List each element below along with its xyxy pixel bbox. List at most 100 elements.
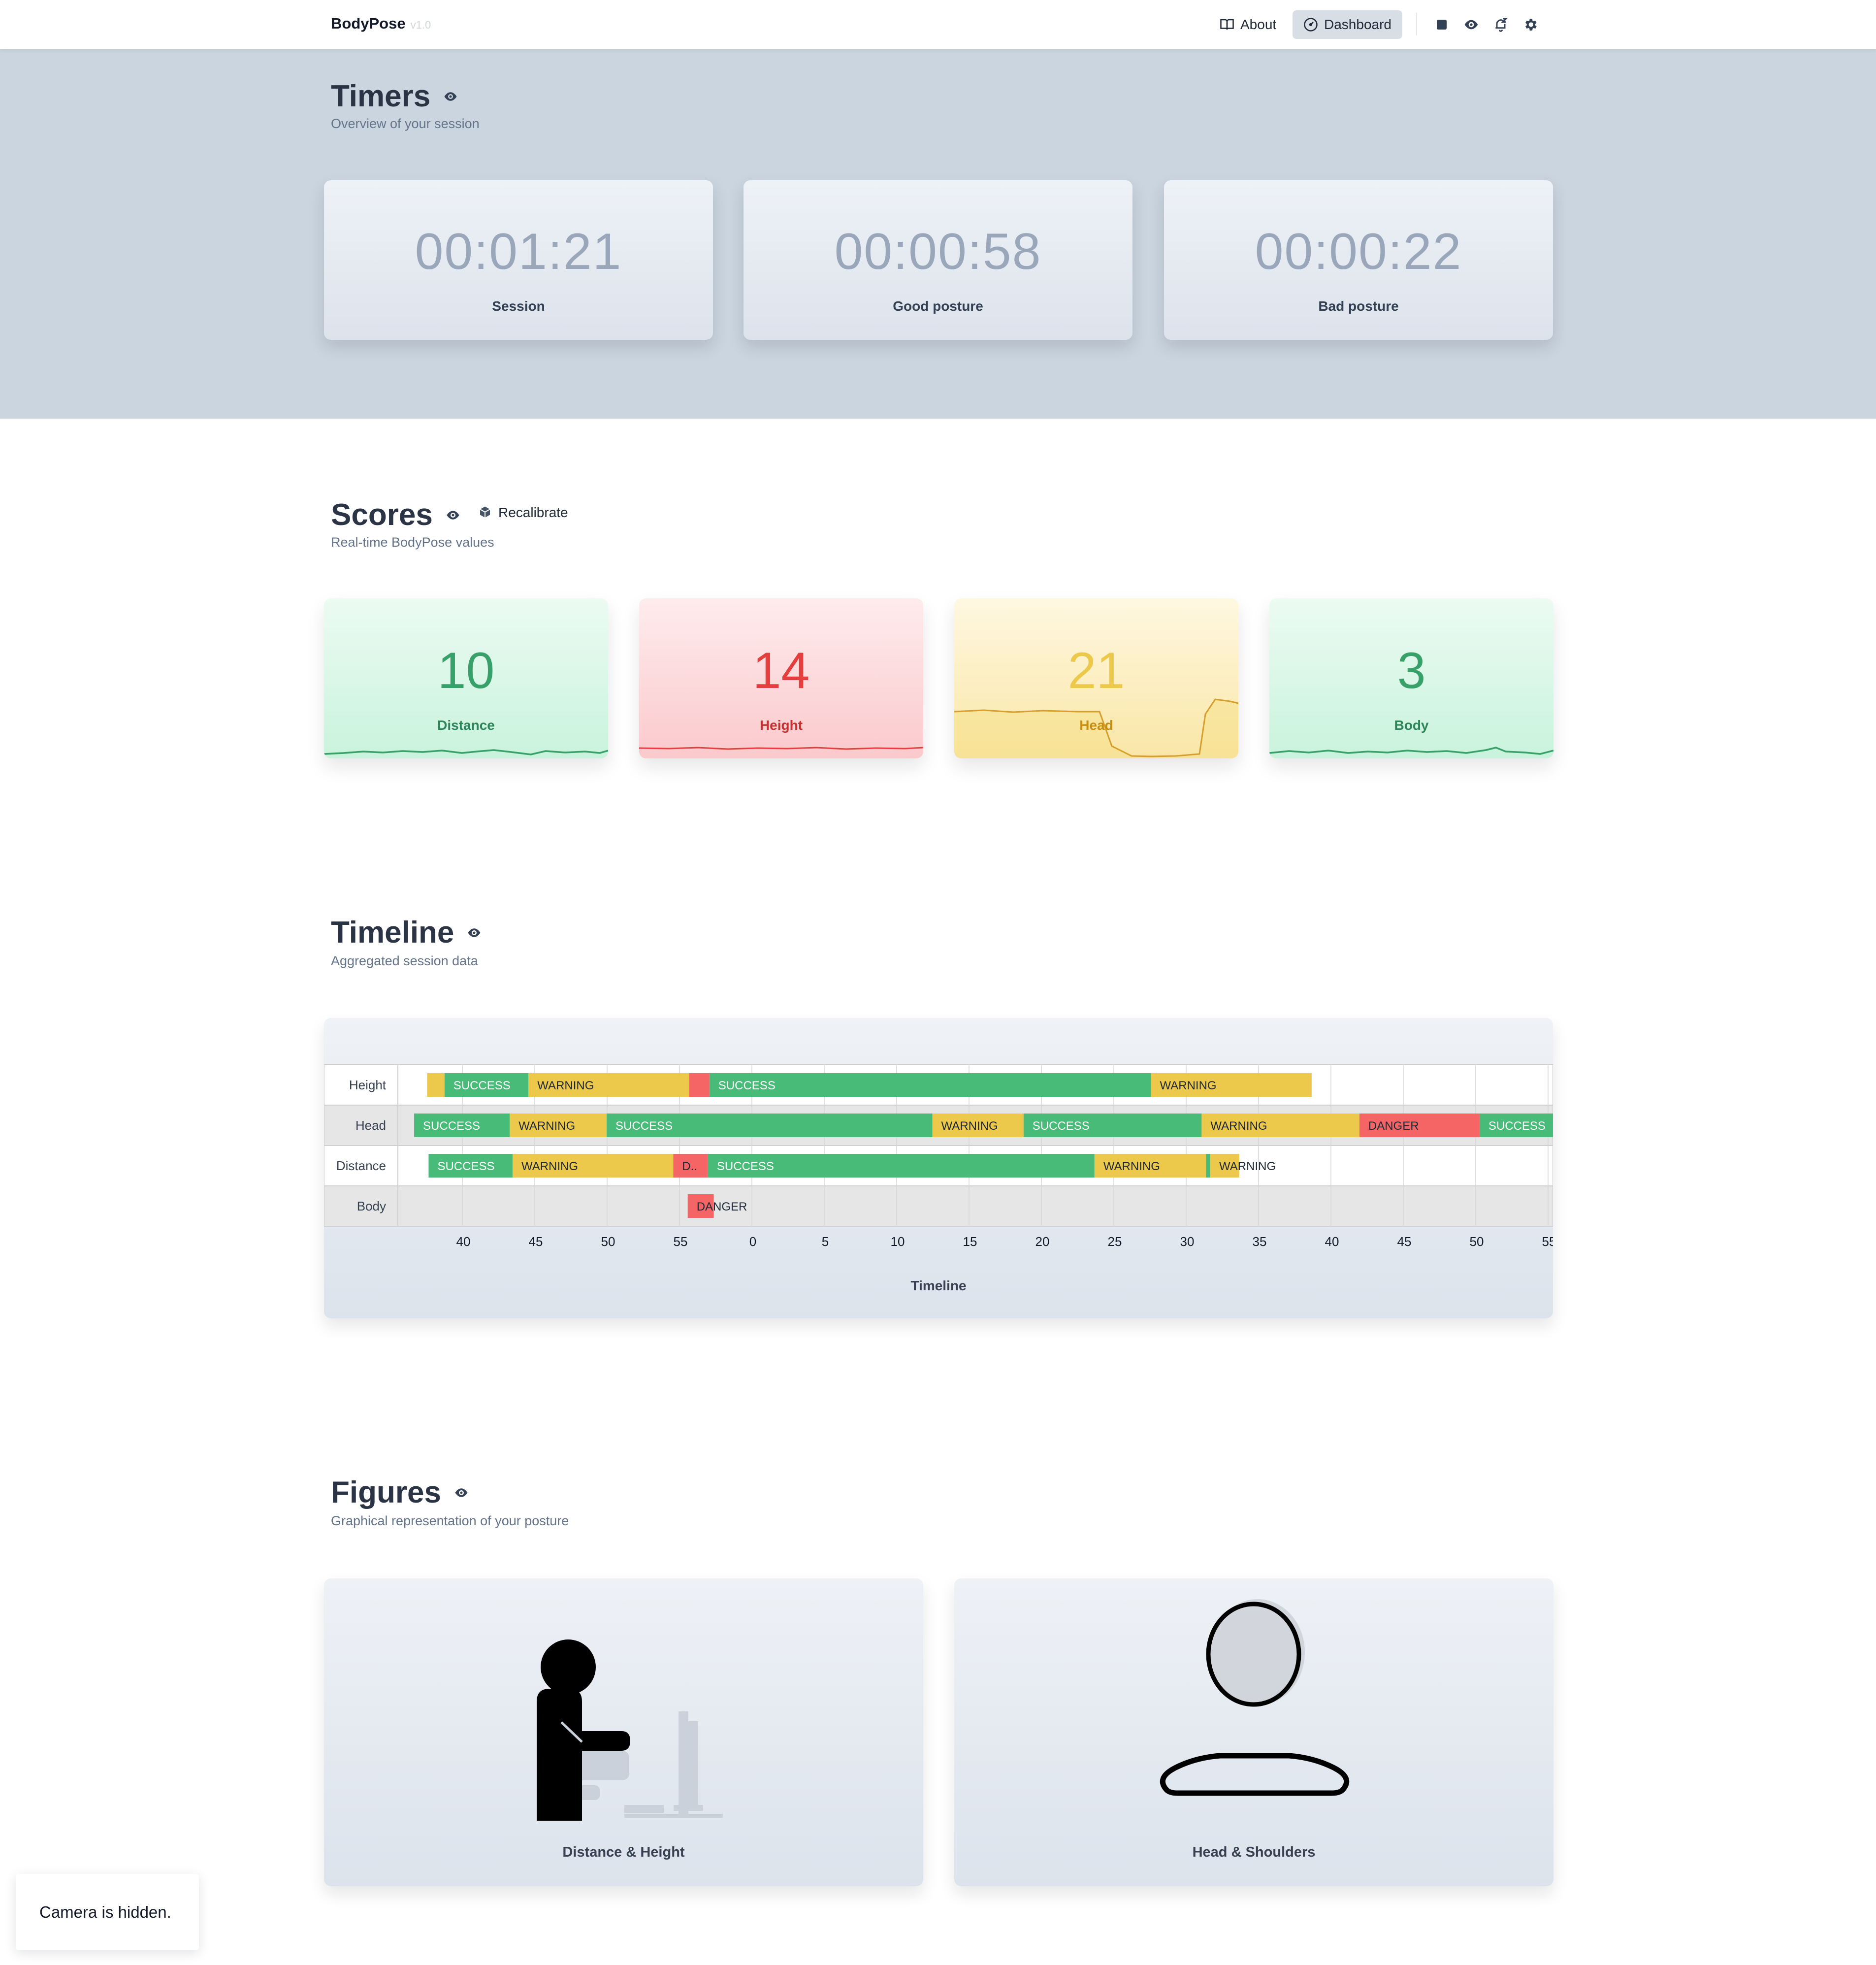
book-icon <box>1220 19 1234 30</box>
score-card-distance: 10 Distance <box>324 598 608 758</box>
timeline-tick-label: 45 <box>529 1234 543 1249</box>
timer-label: Bad posture <box>1318 298 1399 314</box>
eye-icon[interactable] <box>446 508 460 523</box>
figures-subtitle: Graphical representation of your posture <box>331 1513 569 1528</box>
nav-about-link[interactable]: About <box>1209 10 1287 39</box>
timeline-title-text: Timeline <box>331 916 454 950</box>
stop-icon[interactable] <box>1432 15 1452 34</box>
timeline-segment-label: WARNING <box>537 1079 594 1092</box>
timeline-segment-warning <box>427 1073 445 1097</box>
timeline-tick-label: 15 <box>963 1234 977 1249</box>
timeline-tick-label: 30 <box>1180 1234 1195 1249</box>
nav-separator <box>1416 13 1417 35</box>
top-navbar: BodyPose v1.0 About Dashboard <box>0 0 1876 49</box>
eye-icon[interactable] <box>467 925 482 940</box>
timeline-tick-label: 25 <box>1108 1234 1122 1249</box>
timer-label: Good posture <box>893 298 983 314</box>
version-label: v1.0 <box>410 19 431 31</box>
timeline-segment-label: WARNING <box>1103 1160 1160 1173</box>
timeline-tick-label: 55 <box>1542 1234 1553 1249</box>
timeline-tick-label: 45 <box>1397 1234 1412 1249</box>
timer-card-session: 00:01:21 Session <box>324 180 713 340</box>
timeline-segment-label: WARNING <box>1160 1079 1217 1092</box>
timeline-segment-label: WARNING <box>521 1160 578 1173</box>
timeline-row <box>324 1185 1553 1227</box>
timer-card-good-posture: 00:00:58 Good posture <box>744 180 1132 340</box>
dashboard-gauge-icon <box>1304 18 1318 32</box>
timeline-segment-label: DANGER <box>1368 1119 1419 1133</box>
timeline-tick-label: 50 <box>1470 1234 1484 1249</box>
timeline-tick-label: 10 <box>891 1234 905 1249</box>
timeline-row-label: Head <box>356 1118 386 1133</box>
timer-value: 00:01:21 <box>415 223 622 280</box>
seated-person-figure <box>537 1639 723 1821</box>
recalibrate-label: Recalibrate <box>498 505 568 520</box>
recalibrate-button[interactable]: Recalibrate <box>478 505 568 521</box>
score-label: Distance <box>437 718 495 733</box>
timeline-segment-label: SUCCESS <box>1488 1119 1546 1133</box>
timeline-tick-label: 35 <box>1253 1234 1267 1249</box>
timer-value: 00:00:58 <box>834 223 1042 280</box>
brand[interactable]: BodyPose v1.0 <box>331 15 431 33</box>
score-value: 21 <box>1067 642 1125 699</box>
timers-title-text: Timers <box>331 79 431 113</box>
timeline-tick-label: 55 <box>674 1234 688 1249</box>
timeline-title: Timeline <box>331 915 482 950</box>
cube-icon <box>480 506 490 518</box>
nav-dashboard-label: Dashboard <box>1324 17 1391 32</box>
scores-title-text: Scores <box>331 498 433 532</box>
score-value: 10 <box>437 642 495 699</box>
figure-label: Distance & Height <box>562 1844 685 1860</box>
nav-about-label: About <box>1240 17 1277 32</box>
eye-icon[interactable] <box>1461 15 1481 34</box>
timeline-row-label: Distance <box>336 1158 386 1173</box>
timeline-segment-label: SUCCESS <box>437 1160 494 1173</box>
figure-card-distance-height: Distance & Height <box>324 1578 923 1886</box>
timeline-segment-label: SUCCESS <box>423 1119 480 1133</box>
timeline-segment-danger <box>689 1073 710 1097</box>
score-card-body: 3 Body <box>1269 598 1553 758</box>
timeline-segment-label: D.. <box>682 1160 697 1173</box>
camera-hidden-toast: Camera is hidden. <box>16 1874 199 1950</box>
timeline-tick-label: 0 <box>749 1234 756 1249</box>
timers-title: Timers <box>331 79 458 114</box>
score-label: Body <box>1394 718 1429 733</box>
timeline-segment-label: WARNING <box>941 1119 998 1133</box>
timeline-segment-label: SUCCESS <box>1033 1119 1090 1133</box>
timeline-subtitle: Aggregated session data <box>331 953 478 968</box>
timer-card-bad-posture: 00:00:22 Bad posture <box>1164 180 1553 340</box>
timeline-chart: Timeline Height Head Distance Body SUCCESS WA… <box>324 1018 1553 1318</box>
score-value: 14 <box>752 642 810 699</box>
timeline-tick-label: 5 <box>822 1234 829 1249</box>
toast-message: Camera is hidden. <box>39 1902 171 1921</box>
eye-icon[interactable] <box>454 1485 469 1500</box>
timer-value: 00:00:22 <box>1255 223 1462 280</box>
figures-title-text: Figures <box>331 1475 441 1509</box>
timeline-row-label: Height <box>349 1078 387 1092</box>
timeline-tick-label: 20 <box>1035 1234 1050 1249</box>
figure-card-head-shoulders: Head & Shoulders <box>954 1578 1553 1886</box>
timeline-segment-success <box>1206 1154 1211 1178</box>
timeline-segment-label: DANGER <box>697 1200 747 1213</box>
timeline-segment-label: SUCCESS <box>453 1079 511 1092</box>
timers-subtitle: Overview of your session <box>331 116 480 131</box>
score-label: Height <box>759 718 803 733</box>
timeline-segment-label: WARNING <box>1219 1160 1276 1173</box>
score-value: 3 <box>1397 642 1426 699</box>
gear-icon[interactable] <box>1520 15 1540 34</box>
timer-label: Session <box>492 298 545 314</box>
timeline-segment-label: SUCCESS <box>718 1079 776 1092</box>
score-card-height: 14 Height <box>639 598 923 758</box>
timeline-row-label: Body <box>357 1199 386 1213</box>
scores-title: Scores <box>331 497 460 532</box>
score-card-head: 21 Head <box>954 598 1238 758</box>
nav-dashboard-link[interactable]: Dashboard <box>1293 10 1402 39</box>
brand-name: BodyPose <box>331 15 406 32</box>
bell-snooze-icon[interactable] <box>1491 15 1511 34</box>
head-shoulders-figure <box>1160 1599 1350 1796</box>
eye-icon[interactable] <box>443 89 458 104</box>
timeline-tick-label: 50 <box>601 1234 615 1249</box>
timeline-svg: Height Head Distance Body SUCCESS WARNING SUCC… <box>324 1064 1553 1249</box>
scores-subtitle: Real-time BodyPose values <box>331 535 494 550</box>
figures-title: Figures <box>331 1475 469 1510</box>
